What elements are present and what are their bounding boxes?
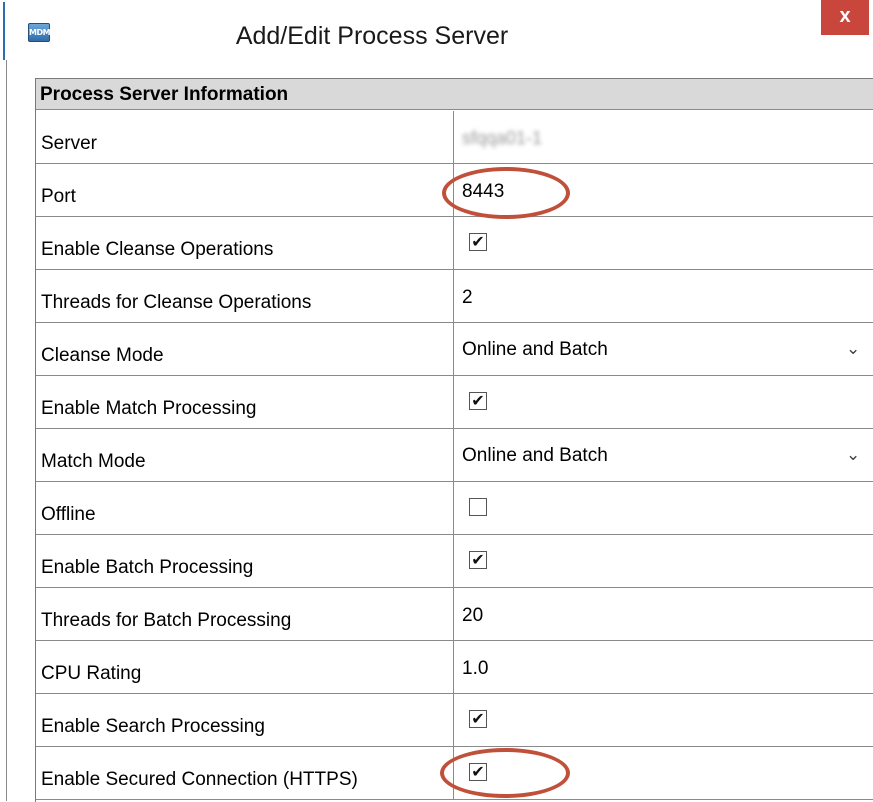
- field-value: 1.0: [462, 658, 489, 679]
- checkbox-checked[interactable]: ✔: [469, 392, 487, 410]
- enable-cleanse-operations-checkbox-cell[interactable]: ✔: [454, 217, 873, 269]
- field-label: Threads for Cleanse Operations: [36, 270, 454, 322]
- enable-batch-processing-checkbox-cell[interactable]: ✔: [454, 535, 873, 587]
- background-window-edge: [0, 0, 12, 801]
- field-rows: Server sfqqa01-1 Port 8443 Enable Cleanse Op…: [36, 111, 873, 800]
- dialog-title: Add/Edit Process Server: [235, 22, 509, 50]
- title-bar[interactable]: MDM Add/Edit Process Server x: [12, 0, 873, 64]
- check-icon: ✔: [471, 709, 485, 728]
- field-label: Enable Search Processing: [36, 694, 454, 746]
- https-annotation-circle: [440, 748, 570, 798]
- enable-search-processing-checkbox-cell[interactable]: ✔: [454, 694, 873, 746]
- field-value: sfqqa01-1: [462, 128, 543, 148]
- field-row-cleanse-mode: Cleanse Mode Online and Batch ⌄: [36, 323, 873, 376]
- close-button[interactable]: x: [821, 0, 869, 35]
- field-row-offline: Offline: [36, 482, 873, 535]
- checkbox-unchecked[interactable]: [469, 498, 487, 516]
- check-icon: ✔: [471, 232, 485, 251]
- field-value: 20: [462, 605, 484, 626]
- field-label: Server: [36, 111, 454, 163]
- field-row-enable-search-processing: Enable Search Processing ✔: [36, 694, 873, 747]
- chevron-down-icon[interactable]: ⌄: [846, 339, 860, 359]
- field-row-enable-cleanse-operations: Enable Cleanse Operations ✔: [36, 217, 873, 270]
- field-row-cpu-rating: CPU Rating 1.0: [36, 641, 873, 694]
- select-value: Online and Batch: [462, 445, 608, 466]
- field-label: Enable Batch Processing: [36, 535, 454, 587]
- chevron-down-icon[interactable]: ⌄: [846, 445, 860, 465]
- offline-checkbox-cell[interactable]: [454, 482, 873, 534]
- section-header: Process Server Information: [36, 79, 873, 110]
- threads-for-cleanse-operations-field[interactable]: 2: [454, 270, 873, 322]
- cleanse-mode-select[interactable]: Online and Batch ⌄: [454, 323, 873, 375]
- cpu-rating-field[interactable]: 1.0: [454, 641, 873, 693]
- field-row-match-mode: Match Mode Online and Batch ⌄: [36, 429, 873, 482]
- checkbox-checked[interactable]: ✔: [469, 710, 487, 728]
- field-value: 2: [462, 287, 473, 308]
- field-label: Cleanse Mode: [36, 323, 454, 375]
- field-label: CPU Rating: [36, 641, 454, 693]
- checkbox-checked[interactable]: ✔: [469, 233, 487, 251]
- threads-for-batch-processing-field[interactable]: 20: [454, 588, 873, 640]
- field-label: Enable Cleanse Operations: [36, 217, 454, 269]
- field-row-threads-for-batch-processing: Threads for Batch Processing 20: [36, 588, 873, 641]
- field-label: Match Mode: [36, 429, 454, 481]
- field-label: Threads for Batch Processing: [36, 588, 454, 640]
- check-icon: ✔: [471, 391, 485, 410]
- check-icon: ✔: [471, 550, 485, 569]
- field-row-enable-batch-processing: Enable Batch Processing ✔: [36, 535, 873, 588]
- enable-match-processing-checkbox-cell[interactable]: ✔: [454, 376, 873, 428]
- background-window-accent: [3, 2, 5, 60]
- match-mode-select[interactable]: Online and Batch ⌄: [454, 429, 873, 481]
- field-label: Enable Secured Connection (HTTPS): [36, 747, 454, 799]
- field-label: Port: [36, 164, 454, 216]
- close-icon: x: [839, 5, 851, 27]
- background-window-border: [6, 60, 7, 801]
- field-row-threads-for-cleanse-operations: Threads for Cleanse Operations 2: [36, 270, 873, 323]
- checkbox-checked[interactable]: ✔: [469, 551, 487, 569]
- field-row-server: Server sfqqa01-1: [36, 111, 873, 164]
- select-value: Online and Batch: [462, 339, 608, 360]
- server-field[interactable]: sfqqa01-1: [454, 111, 873, 163]
- port-annotation-circle: [442, 167, 570, 219]
- dialog-window: MDM Add/Edit Process Server x Process Se…: [12, 0, 873, 802]
- field-label: Enable Match Processing: [36, 376, 454, 428]
- field-label: Offline: [36, 482, 454, 534]
- field-row-enable-match-processing: Enable Match Processing ✔: [36, 376, 873, 429]
